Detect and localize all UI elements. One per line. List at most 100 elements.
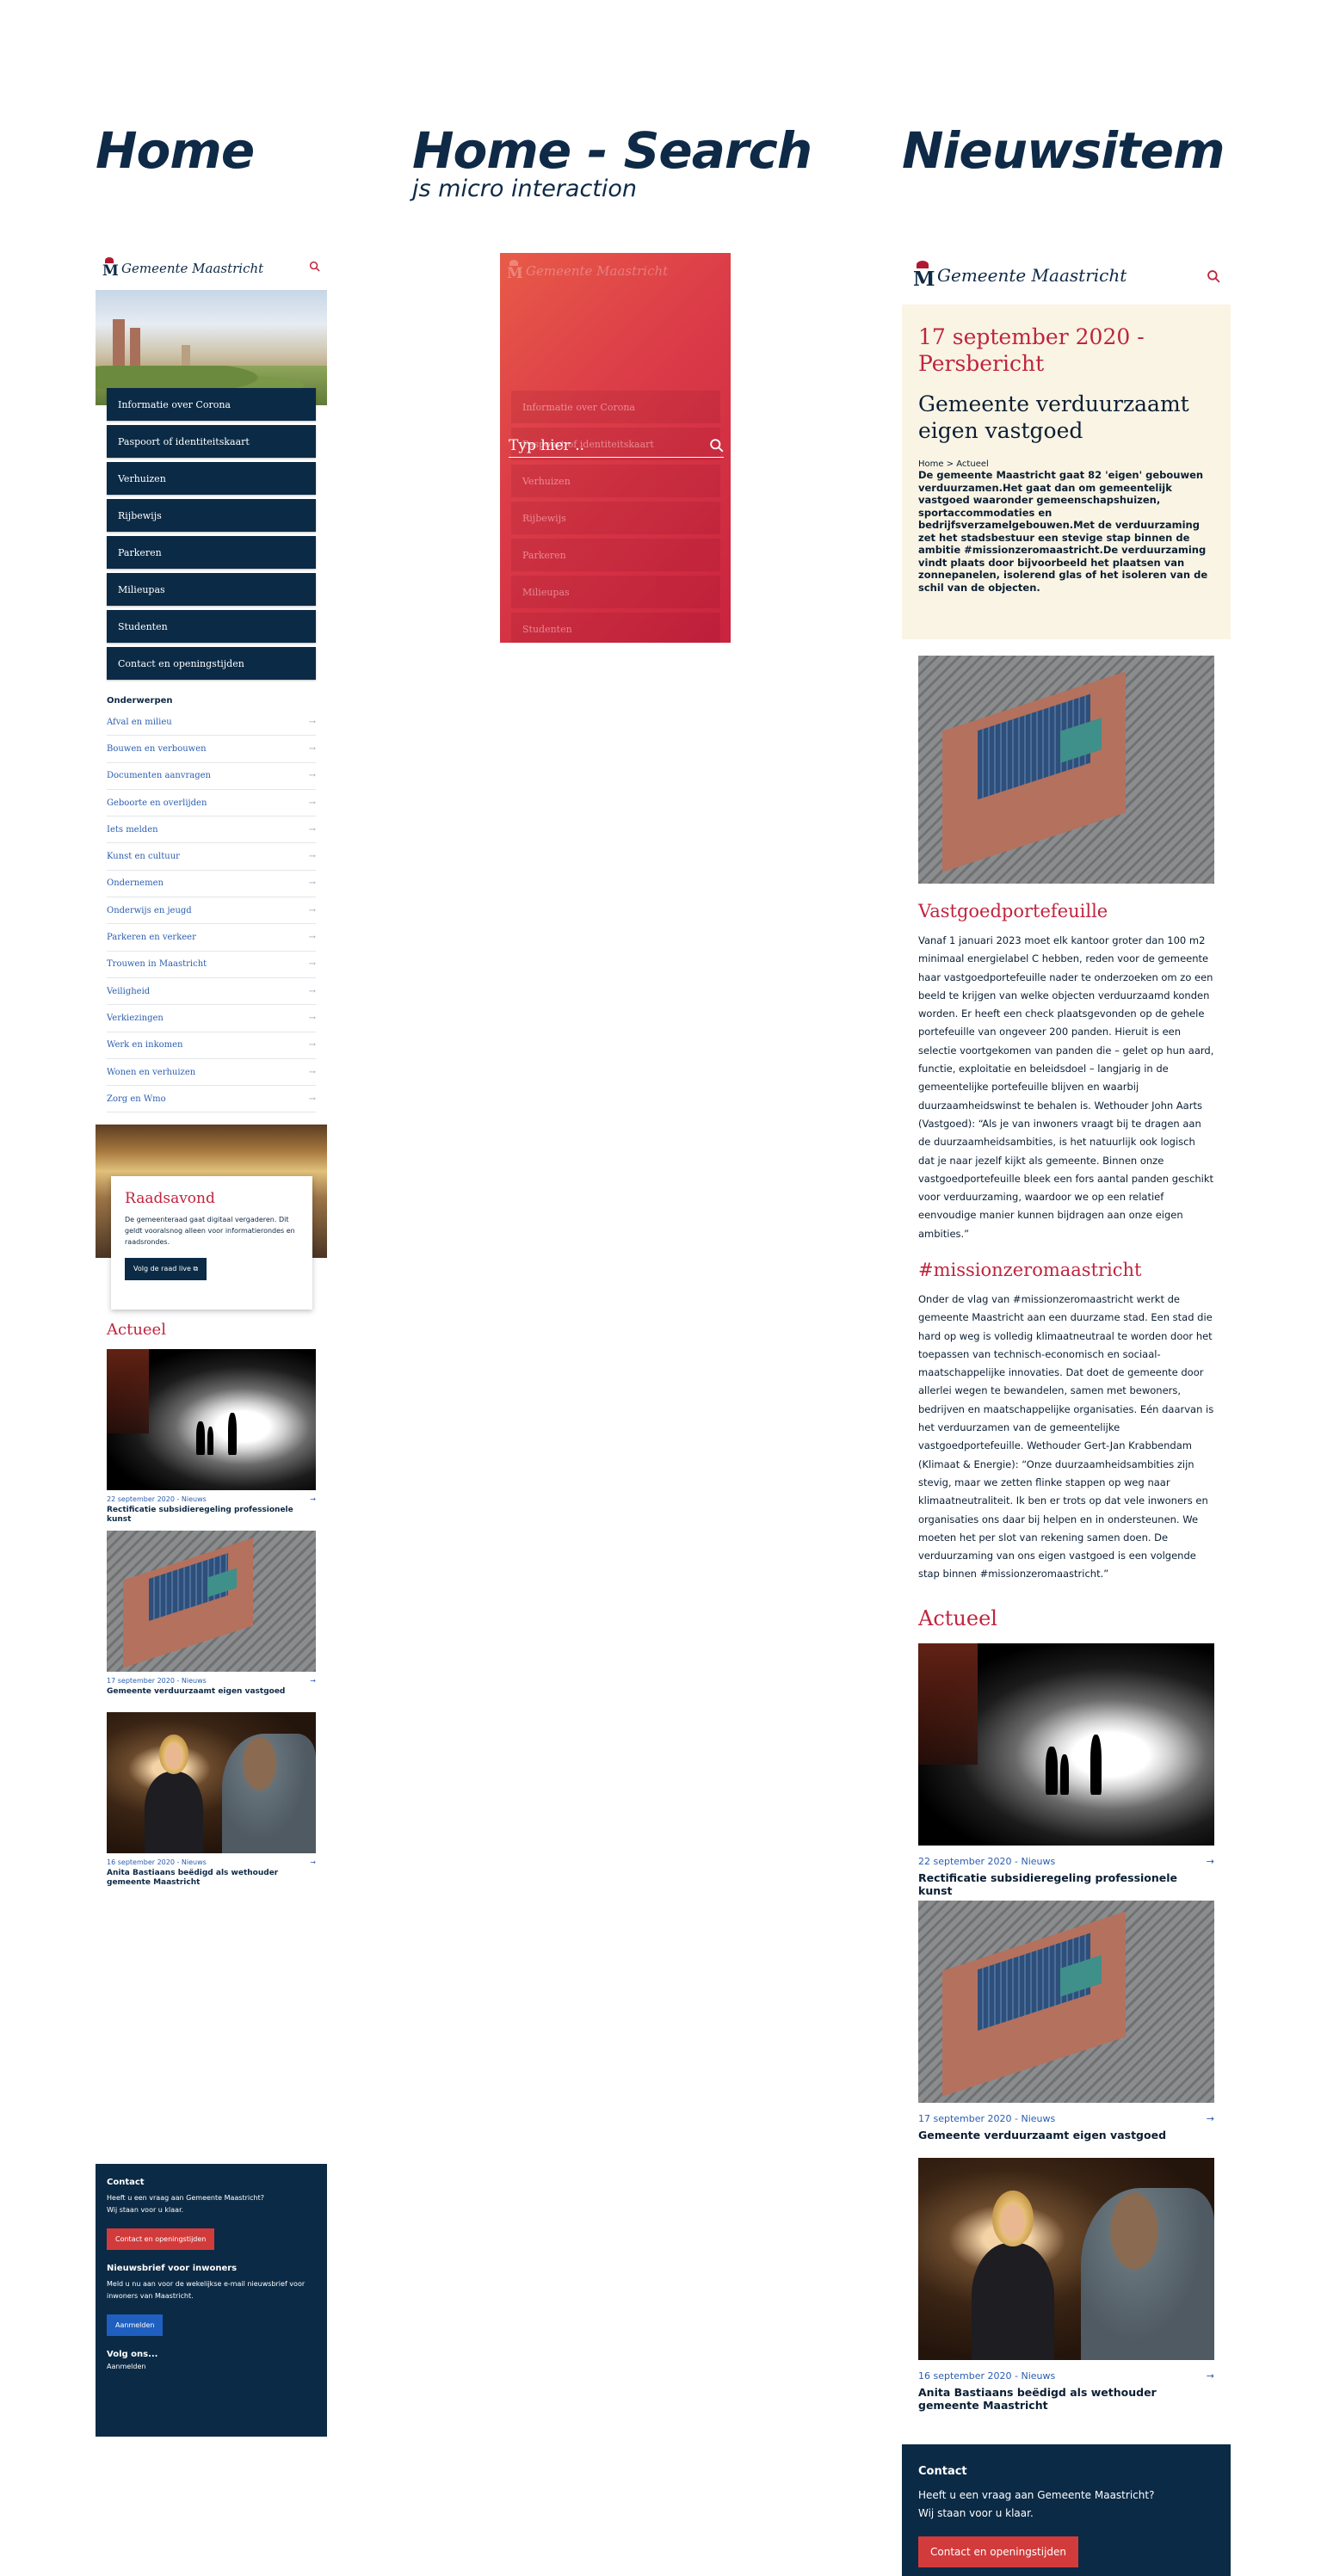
crest-icon: M (913, 261, 935, 290)
footer-contact-heading: Contact (107, 2178, 145, 2187)
brand-name: Gemeente Maastricht (937, 265, 1127, 286)
news-card[interactable]: 22 september 2020 - Nieuws → Rectificatie… (918, 1643, 1214, 1897)
search-overlay-screen: M Gemeente Maastricht Informatie over Co… (500, 253, 731, 643)
arrow-right-icon: → (308, 933, 316, 943)
site-footer: Contact Heeft u een vraag aan Gemeente M… (902, 2444, 1231, 2576)
topic-link[interactable]: Bouwen en verbouwen → (107, 736, 316, 763)
news-item-screen: M Gemeente Maastricht 17 september 2020 … (902, 250, 1231, 2576)
article-title: Gemeente verduurzaamt eigen vastgoed (918, 391, 1189, 443)
article-section: #missionzeromaastricht Onder de vlag van… (918, 1260, 1214, 1584)
site-logo[interactable]: M Gemeente Maastricht (913, 261, 1127, 290)
menu-item[interactable]: Milieupas (107, 573, 316, 606)
search-field[interactable]: Typ hier .. (509, 434, 724, 458)
crest-icon: M (102, 257, 119, 280)
raadsavond-title: Raadsavond (125, 1190, 215, 1207)
news-title[interactable]: Anita Bastiaans beëdigd als wethouder ge… (918, 2386, 1214, 2412)
news-title[interactable]: Gemeente verduurzaamt eigen vastgoed (107, 1687, 316, 1697)
news-card[interactable]: 16 september 2020 - Nieuws → Anita Bastia… (107, 1712, 316, 1888)
topic-link[interactable]: Onderwijs en jeugd → (107, 897, 316, 925)
arrow-right-icon: → (310, 1677, 316, 1685)
section-text: Vanaf 1 januari 2023 moet elk kantoor gr… (918, 934, 1214, 1240)
site-footer: Contact Heeft u een vraag aan Gemeente M… (96, 2164, 327, 2437)
news-image (918, 2158, 1214, 2360)
dimmed-page: M Gemeente Maastricht (500, 253, 731, 293)
news-title[interactable]: Rectificatie subsidieregeling profession… (918, 1871, 1214, 1897)
footer-contact-text: Wij staan voor u klaar. (918, 2507, 1034, 2519)
topic-link[interactable]: Kunst en cultuur → (107, 843, 316, 871)
topic-link[interactable]: Iets melden → (107, 817, 316, 844)
follow-council-live-button[interactable]: Volg de raad live ⧉ (125, 1258, 207, 1280)
news-meta: 17 september 2020 - Nieuws (107, 1677, 207, 1685)
arrow-right-icon: → (308, 1040, 316, 1051)
arrow-right-icon: → (308, 878, 316, 889)
topic-link[interactable]: Geboorte en overlijden → (107, 790, 316, 817)
news-title[interactable]: Rectificatie subsidieregeling profession… (107, 1506, 316, 1525)
arrow-right-icon: → (308, 824, 316, 835)
topic-link[interactable]: Wonen en verhuizen → (107, 1059, 316, 1087)
search-input[interactable]: Typ hier .. (509, 437, 584, 454)
news-meta: 17 september 2020 - Nieuws (918, 2113, 1056, 2124)
actueel-section: Actueel (918, 1606, 1214, 1630)
arrow-right-icon: → (308, 852, 316, 862)
contact-button[interactable]: Contact en openingstijden (918, 2536, 1079, 2567)
menu-item[interactable]: Contact en openingstijden (107, 647, 316, 680)
search-icon[interactable] (1207, 269, 1220, 283)
article-image (918, 656, 1214, 884)
actueel-heading: Actueel (107, 1321, 166, 1339)
contact-button[interactable]: Contact en openingstijden (107, 2228, 215, 2250)
arrow-right-icon: → (1206, 2370, 1214, 2382)
news-image (918, 1901, 1214, 2103)
topic-link[interactable]: Ondernemen → (107, 871, 316, 898)
arrow-right-icon: → (308, 1094, 316, 1104)
news-title[interactable]: Anita Bastiaans beëdigd als wethouder ge… (107, 1869, 316, 1888)
menu-item[interactable]: Verhuizen (107, 462, 316, 495)
news-meta: 16 september 2020 - Nieuws (918, 2370, 1056, 2382)
topic-link[interactable]: Afval en milieu → (107, 709, 316, 736)
newsletter-text: Meld u nu aan voor de wekelijkse e-mail … (107, 2280, 306, 2300)
arrow-right-icon: → (308, 771, 316, 781)
topic-link[interactable]: Werk en inkomen → (107, 1032, 316, 1059)
article-image-wrap (918, 656, 1214, 884)
news-card[interactable]: 22 september 2020 - Nieuws → Rectificatie… (107, 1349, 316, 1525)
quick-menu: Informatie over Corona Paspoort of ident… (107, 388, 316, 684)
menu-item[interactable]: Parkeren (107, 536, 316, 569)
column-title-news: Nieuwsitem (902, 121, 1225, 180)
menu-item[interactable]: Paspoort of identiteitskaart (107, 425, 316, 458)
footer-contact-text: Wij staan voor u klaar. (107, 2206, 184, 2214)
arrow-right-icon: → (308, 1013, 316, 1023)
crest-icon: M (507, 260, 523, 282)
newsletter-signup-button[interactable]: Aanmelden (107, 2314, 164, 2336)
footer-contact-text: Heeft u een vraag aan Gemeente Maastrich… (918, 2489, 1155, 2501)
news-card[interactable]: 17 september 2020 - Nieuws → Gemeente ver… (918, 1901, 1214, 2142)
news-card[interactable]: 16 september 2020 - Nieuws → Anita Bastia… (918, 2158, 1214, 2412)
article-lead: De gemeente Maastricht gaat 82 'eigen' g… (918, 469, 1208, 594)
topics-heading: Onderwerpen (107, 696, 173, 706)
article-hero: 17 september 2020 - Persbericht Gemeente… (902, 305, 1231, 639)
site-logo[interactable]: M Gemeente Maastricht (102, 257, 263, 280)
arrow-right-icon: → (1206, 2113, 1214, 2124)
topic-link[interactable]: Zorg en Wmo → (107, 1086, 316, 1113)
newsletter-heading: Nieuwsbrief voor inwoners (107, 2264, 238, 2273)
section-heading: Vastgoedportefeuille (918, 901, 1108, 921)
arrow-right-icon: → (308, 798, 316, 808)
search-icon[interactable] (709, 438, 724, 453)
menu-item[interactable]: Rijbewijs (107, 499, 316, 532)
topic-link[interactable]: Veiligheid → (107, 978, 316, 1006)
arrow-right-icon: → (308, 986, 316, 996)
topic-link[interactable]: Verkiezingen → (107, 1005, 316, 1032)
raadsavond-card: Raadsavond De gemeenteraad gaat digitaal… (111, 1176, 312, 1310)
news-image (107, 1349, 316, 1490)
news-card[interactable]: 17 september 2020 - Nieuws → Gemeente ver… (107, 1531, 316, 1697)
menu-item[interactable]: Informatie over Corona (107, 388, 316, 421)
topic-link[interactable]: Parkeren en verkeer → (107, 924, 316, 952)
follow-link[interactable]: Aanmelden (107, 2361, 316, 2373)
topic-link[interactable]: Trouwen in Maastricht → (107, 952, 316, 978)
news-meta: 22 september 2020 - Nieuws (107, 1495, 207, 1503)
breadcrumb[interactable]: Home > Actueel (918, 459, 1214, 469)
topic-link[interactable]: Documenten aanvragen → (107, 763, 316, 790)
news-title[interactable]: Gemeente verduurzaamt eigen vastgoed (918, 2129, 1214, 2142)
raadsavond-text: De gemeenteraad gaat digitaal vergaderen… (125, 1216, 295, 1246)
menu-item[interactable]: Studenten (107, 610, 316, 643)
search-icon[interactable] (309, 261, 320, 272)
arrow-right-icon: → (308, 717, 316, 727)
